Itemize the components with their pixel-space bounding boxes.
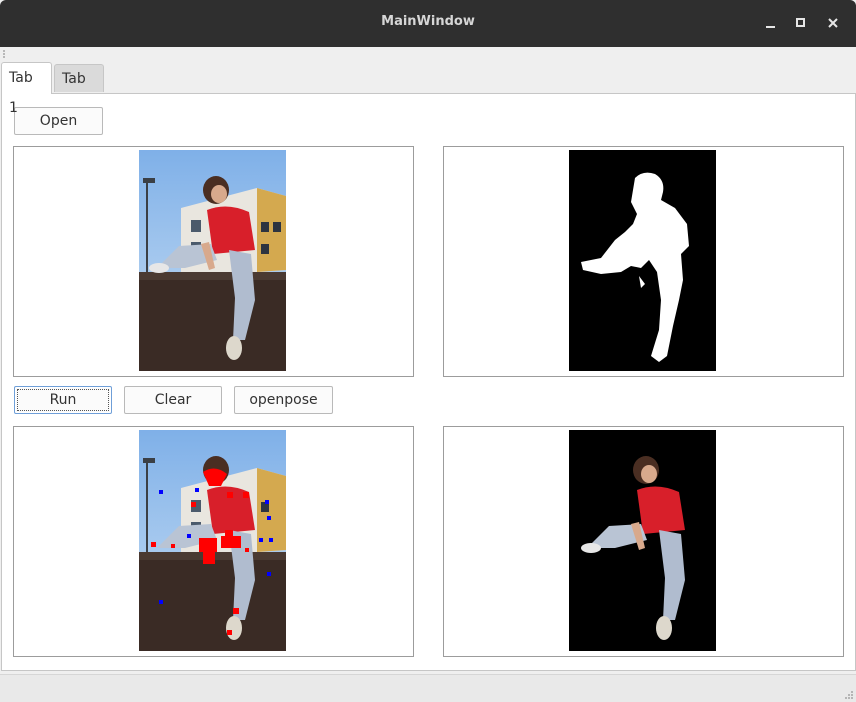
pose-keypoints-photo [139, 430, 286, 651]
original-image-view [13, 146, 414, 377]
pose-image-view [13, 426, 414, 657]
mask-image-view [443, 146, 844, 377]
open-button[interactable]: Open [14, 107, 103, 135]
cutout-image-view [443, 426, 844, 657]
window-title: MainWindow [381, 14, 475, 29]
segmentation-mask [569, 150, 716, 371]
tab-bar: Tab 1 Tab 2 [0, 62, 856, 116]
tab-2[interactable]: Tab 2 [54, 64, 104, 115]
tab-1[interactable]: Tab 1 [1, 62, 52, 116]
status-bar [0, 674, 856, 702]
maximize-icon[interactable] [792, 14, 810, 32]
openpose-button[interactable]: openpose [234, 386, 333, 414]
title-bar[interactable]: MainWindow [0, 0, 856, 47]
person-cutout [569, 430, 716, 651]
tab-1-panel: Open Run Clear openpose [1, 93, 856, 671]
main-window: MainWindow Tab 1 Tab 2 Open [0, 0, 856, 702]
run-button[interactable]: Run [14, 386, 112, 414]
original-photo [139, 150, 286, 371]
toolbar-grip[interactable] [3, 50, 7, 58]
size-grip[interactable] [843, 689, 853, 699]
clear-button[interactable]: Clear [124, 386, 222, 414]
minimize-icon[interactable] [762, 14, 780, 32]
close-icon[interactable] [824, 14, 842, 32]
